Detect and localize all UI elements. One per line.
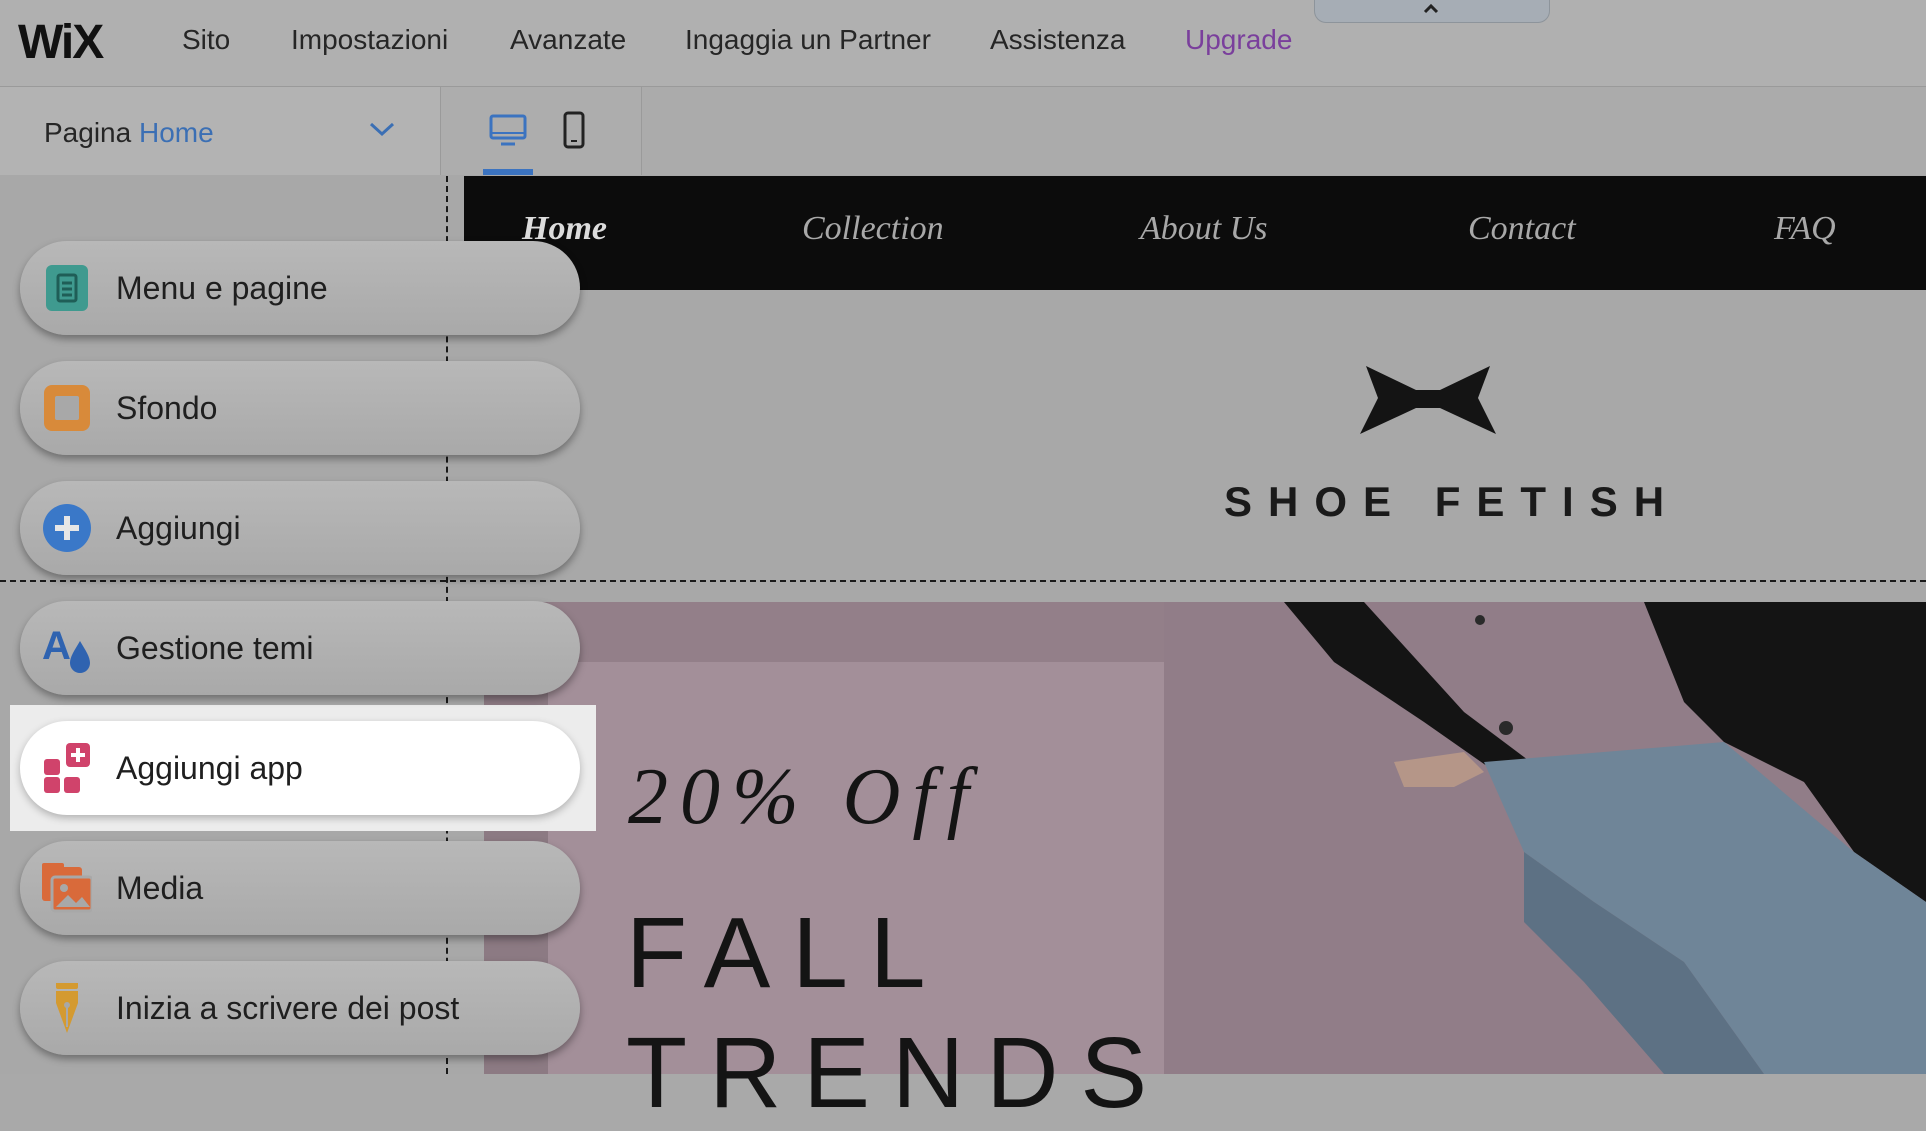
site-nav-collection[interactable]: Collection bbox=[802, 210, 944, 248]
add-icon bbox=[43, 504, 91, 552]
page-prefix: Pagina bbox=[44, 117, 132, 148]
sidebar-item-media[interactable]: Media bbox=[20, 841, 580, 935]
site-nav-faq[interactable]: FAQ bbox=[1774, 210, 1836, 248]
menu-avanzate[interactable]: Avanzate bbox=[510, 24, 626, 56]
sidebar-item-aggiungi-app[interactable]: Aggiungi app bbox=[20, 721, 580, 815]
sidebar-item-label: Gestione temi bbox=[116, 630, 314, 666]
sidebar-item-label: Menu e pagine bbox=[116, 270, 328, 306]
menu-ingaggia-partner[interactable]: Ingaggia un Partner bbox=[685, 24, 931, 56]
hero-offer-text[interactable]: 20% Off bbox=[628, 752, 981, 843]
mobile-icon[interactable] bbox=[562, 111, 586, 149]
hero-model-image[interactable] bbox=[1164, 602, 1926, 1074]
site-nav-about-us[interactable]: About Us bbox=[1140, 210, 1268, 248]
add-app-icon bbox=[44, 743, 90, 793]
top-bar: WiX Sito Impostazioni Avanzate Ingaggia … bbox=[0, 0, 1926, 87]
page-selector[interactable]: Pagina Home bbox=[0, 87, 441, 175]
sidebar-item-label: Media bbox=[116, 870, 204, 906]
sidebar-item-scrivere-post[interactable]: Inizia a scrivere dei post bbox=[20, 961, 580, 1055]
brand-name[interactable]: SHOE FETISH bbox=[1224, 478, 1680, 526]
sidebar-item-label: Aggiungi bbox=[116, 510, 241, 546]
site-nav-contact[interactable]: Contact bbox=[1468, 210, 1576, 248]
menu-sito[interactable]: Sito bbox=[182, 24, 230, 56]
hero-title-line1[interactable]: FALL bbox=[626, 896, 948, 1011]
svg-text:WiX: WiX bbox=[18, 16, 104, 66]
pages-icon bbox=[46, 265, 88, 311]
wix-logo[interactable]: WiX bbox=[18, 14, 118, 66]
collapse-toolbar-tab[interactable] bbox=[1314, 0, 1550, 23]
sidebar-item-label: Aggiungi app bbox=[116, 750, 303, 786]
theme-icon: A bbox=[42, 624, 90, 673]
sidebar-item-gestione-temi[interactable]: A Gestione temi bbox=[20, 601, 580, 695]
sidebar-item-sfondo[interactable]: Sfondo bbox=[20, 361, 580, 455]
menu-upgrade[interactable]: Upgrade bbox=[1185, 24, 1292, 56]
hero-text-box[interactable] bbox=[548, 662, 1220, 1074]
page-bar: Pagina Home bbox=[0, 87, 1926, 175]
page-selector-label: Pagina Home bbox=[44, 117, 214, 149]
sidebar-item-aggiungi[interactable]: Aggiungi bbox=[20, 481, 580, 575]
media-icon bbox=[42, 863, 92, 913]
sidebar-item-menu-pagine[interactable]: Menu e pagine bbox=[20, 241, 580, 335]
device-switcher bbox=[441, 87, 642, 175]
bow-logo-icon[interactable] bbox=[1360, 360, 1496, 440]
sidebar-item-label: Sfondo bbox=[116, 390, 218, 426]
chevron-down-icon bbox=[369, 122, 395, 137]
section-guide-horizontal bbox=[0, 580, 1926, 582]
desktop-icon[interactable] bbox=[489, 113, 527, 149]
menu-assistenza[interactable]: Assistenza bbox=[990, 24, 1125, 56]
chevron-up-icon bbox=[1423, 3, 1439, 14]
pen-icon bbox=[56, 983, 78, 1033]
site-nav-bar[interactable]: Home Collection About Us Contact FAQ bbox=[464, 176, 1926, 290]
background-icon bbox=[44, 385, 90, 431]
svg-text:A: A bbox=[42, 624, 71, 668]
menu-impostazioni[interactable]: Impostazioni bbox=[291, 24, 448, 56]
current-page-name: Home bbox=[138, 117, 214, 148]
sidebar-item-label: Inizia a scrivere dei post bbox=[116, 990, 460, 1026]
